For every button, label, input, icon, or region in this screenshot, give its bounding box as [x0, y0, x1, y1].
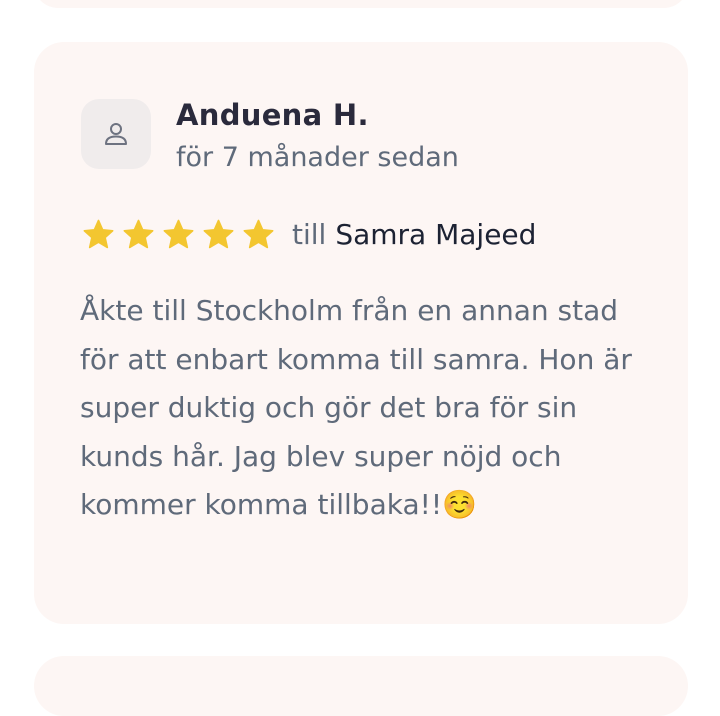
review-text: Åkte till Stockholm från en annan stad f…: [80, 294, 632, 521]
review-date: för 7 månader sedan: [176, 142, 459, 173]
star-icon: [123, 219, 154, 248]
review-card: Anduena H. för 7 månader sedan till Samr…: [34, 42, 688, 624]
previous-review-card: [34, 0, 688, 8]
stylist-link[interactable]: Samra Majeed: [335, 218, 536, 251]
star-icon: [163, 219, 194, 248]
next-review-card: [34, 656, 688, 716]
rating-row: till Samra Majeed: [82, 212, 536, 256]
star-rating: [82, 218, 282, 251]
avatar: [81, 99, 151, 169]
star-icon: [83, 219, 114, 248]
user-icon: [105, 123, 127, 145]
to-label: till: [292, 217, 327, 251]
star-icon: [203, 219, 234, 248]
reviewer-name: Anduena H.: [176, 98, 369, 132]
star-icon: [243, 219, 274, 248]
